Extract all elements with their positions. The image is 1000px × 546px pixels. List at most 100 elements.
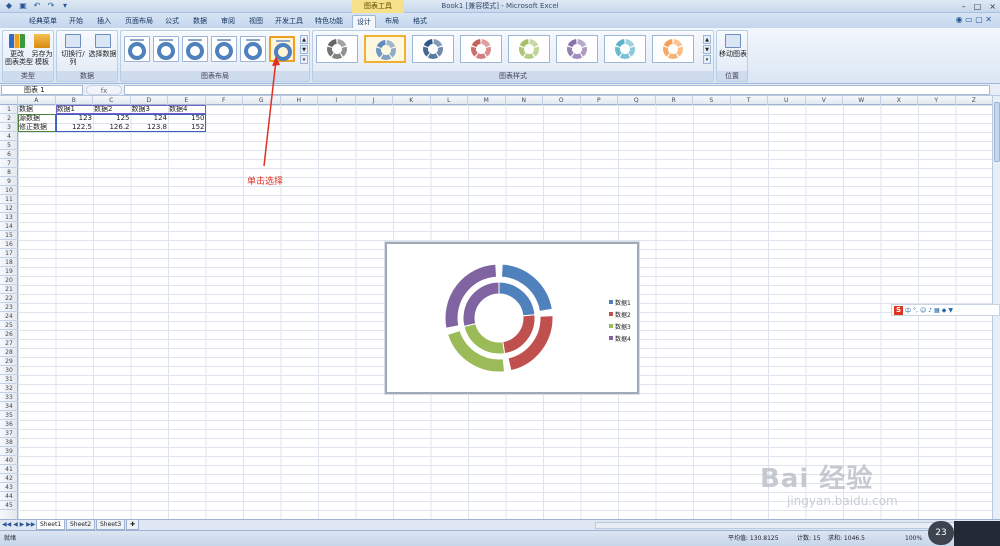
cell-a2[interactable]: 源数据 — [18, 114, 56, 123]
column-header-l[interactable]: L — [431, 96, 468, 105]
row-header-27[interactable]: 27 — [0, 339, 18, 348]
column-header-k[interactable]: K — [393, 96, 431, 105]
row-header-29[interactable]: 29 — [0, 357, 18, 366]
row-header-8[interactable]: 8 — [0, 168, 18, 177]
row-header-32[interactable]: 32 — [0, 384, 18, 393]
row-header-25[interactable]: 25 — [0, 321, 18, 330]
row-header-14[interactable]: 14 — [0, 222, 18, 231]
tab-data[interactable]: 数据 — [188, 15, 212, 28]
column-header-t[interactable]: T — [731, 96, 768, 105]
cell-a1[interactable]: 数据 — [18, 105, 56, 114]
row-header-36[interactable]: 36 — [0, 420, 18, 429]
cell-c1[interactable]: 数据2 — [93, 105, 131, 114]
gallery-more-icon[interactable]: ▾ — [300, 55, 308, 64]
row-header-24[interactable]: 24 — [0, 312, 18, 321]
style-more-icon[interactable]: ▾ — [703, 55, 711, 64]
column-header-f[interactable]: F — [206, 96, 243, 105]
tab-formulas[interactable]: 公式 — [160, 15, 184, 28]
tab-insert[interactable]: 插入 — [92, 15, 116, 28]
row-header-42[interactable]: 42 — [0, 474, 18, 483]
row-header-5[interactable]: 5 — [0, 141, 18, 150]
sheet-tab-3[interactable]: Sheet3 — [96, 520, 126, 530]
column-header-q[interactable]: Q — [618, 96, 656, 105]
chart-style-5[interactable] — [508, 35, 550, 63]
column-header-i[interactable]: I — [318, 96, 356, 105]
column-header-x[interactable]: X — [881, 96, 918, 105]
chart-style-3[interactable] — [412, 35, 454, 63]
sheet-tab-1[interactable]: Sheet1 — [36, 520, 66, 530]
row-header-20[interactable]: 20 — [0, 276, 18, 285]
cell-c3[interactable]: 126.2 — [93, 123, 131, 132]
tab-page-layout[interactable]: 页面布局 — [122, 15, 156, 28]
row-header-11[interactable]: 11 — [0, 195, 18, 204]
ime-mode-label[interactable]: 中 — [905, 306, 911, 315]
row-header-4[interactable]: 4 — [0, 132, 18, 141]
column-header-o[interactable]: O — [543, 96, 581, 105]
cell-e1[interactable]: 数据4 — [168, 105, 206, 114]
chart-style-2[interactable] — [364, 35, 406, 63]
tab-format[interactable]: 格式 — [408, 15, 432, 28]
chart-style-1[interactable] — [316, 35, 358, 63]
row-header-13[interactable]: 13 — [0, 213, 18, 222]
row-header-19[interactable]: 19 — [0, 267, 18, 276]
legend-entry-2[interactable]: 数据2 — [609, 308, 639, 320]
tab-review[interactable]: 审阅 — [216, 15, 240, 28]
tab-design[interactable]: 设计 — [352, 15, 376, 28]
chart-style-4[interactable] — [460, 35, 502, 63]
vertical-scroll-thumb[interactable] — [994, 102, 1000, 162]
chart-style-7[interactable] — [604, 35, 646, 63]
row-header-1[interactable]: 1 — [0, 105, 18, 114]
minimize-button[interactable]: – — [962, 0, 966, 13]
row-header-21[interactable]: 21 — [0, 285, 18, 294]
tab-home[interactable]: 开始 — [64, 15, 88, 28]
row-header-45[interactable]: 45 — [0, 501, 18, 510]
fx-button[interactable]: fx — [86, 85, 122, 95]
skin-icon[interactable]: ◆ — [942, 307, 947, 314]
help-icon[interactable]: ◉ ▭ ▢ ✕ — [956, 15, 992, 24]
tab-classic-menu[interactable]: 经典菜单 — [26, 15, 60, 28]
row-header-37[interactable]: 37 — [0, 429, 18, 438]
move-chart-button[interactable]: 移动图表 — [718, 34, 748, 58]
row-header-16[interactable]: 16 — [0, 240, 18, 249]
row-header-6[interactable]: 6 — [0, 150, 18, 159]
close-button[interactable]: × — [989, 0, 996, 13]
row-header-2[interactable]: 2 — [0, 114, 18, 123]
cell-e2[interactable]: 150 — [168, 114, 206, 123]
legend-entry-1[interactable]: 数据1 — [609, 296, 639, 308]
gallery-up-icon[interactable]: ▲ — [300, 35, 308, 44]
column-header-z[interactable]: Z — [956, 96, 993, 105]
cell-d3[interactable]: 123.8 — [131, 123, 169, 132]
row-header-23[interactable]: 23 — [0, 303, 18, 312]
row-header-30[interactable]: 30 — [0, 366, 18, 375]
zoom-level[interactable]: 100% — [905, 534, 922, 543]
column-header-m[interactable]: M — [468, 96, 506, 105]
column-header-s[interactable]: S — [693, 96, 731, 105]
sheet-nav-icon[interactable]: ◀◀ ◀ ▶ ▶▶ — [2, 520, 35, 530]
cell-d2[interactable]: 124 — [131, 114, 169, 123]
cell-d1[interactable]: 数据3 — [131, 105, 169, 114]
row-header-18[interactable]: 18 — [0, 258, 18, 267]
cell-c2[interactable]: 125 — [93, 114, 131, 123]
name-box[interactable]: 图表 1 — [1, 85, 83, 95]
cell-b2[interactable]: 123 — [56, 114, 94, 123]
column-header-r[interactable]: R — [656, 96, 693, 105]
insert-sheet-icon[interactable]: ✚ — [126, 520, 140, 530]
column-header-d[interactable]: D — [131, 96, 168, 105]
column-header-a[interactable]: A — [18, 96, 56, 105]
chart-layout-1[interactable] — [124, 36, 150, 62]
row-header-44[interactable]: 44 — [0, 492, 18, 501]
style-up-icon[interactable]: ▲ — [703, 35, 711, 44]
cell-a3[interactable]: 修正数据 — [18, 123, 56, 132]
legend-entry-4[interactable]: 数据4 — [609, 332, 639, 344]
tab-chart-layout[interactable]: 布局 — [380, 15, 404, 28]
column-header-n[interactable]: N — [506, 96, 543, 105]
sheet-tab-2[interactable]: Sheet2 — [66, 520, 96, 530]
tab-view[interactable]: 视图 — [244, 15, 268, 28]
style-down-icon[interactable]: ▼ — [703, 45, 711, 54]
sogou-logo-icon[interactable]: S — [894, 305, 903, 315]
change-chart-type-button[interactable]: 更改 图表类型 — [5, 34, 33, 66]
switch-row-column-button[interactable]: 切换行/列 — [59, 34, 87, 66]
legend-entry-3[interactable]: 数据3 — [609, 320, 639, 332]
emoji-icon[interactable]: ☺ — [920, 307, 926, 314]
row-header-33[interactable]: 33 — [0, 393, 18, 402]
